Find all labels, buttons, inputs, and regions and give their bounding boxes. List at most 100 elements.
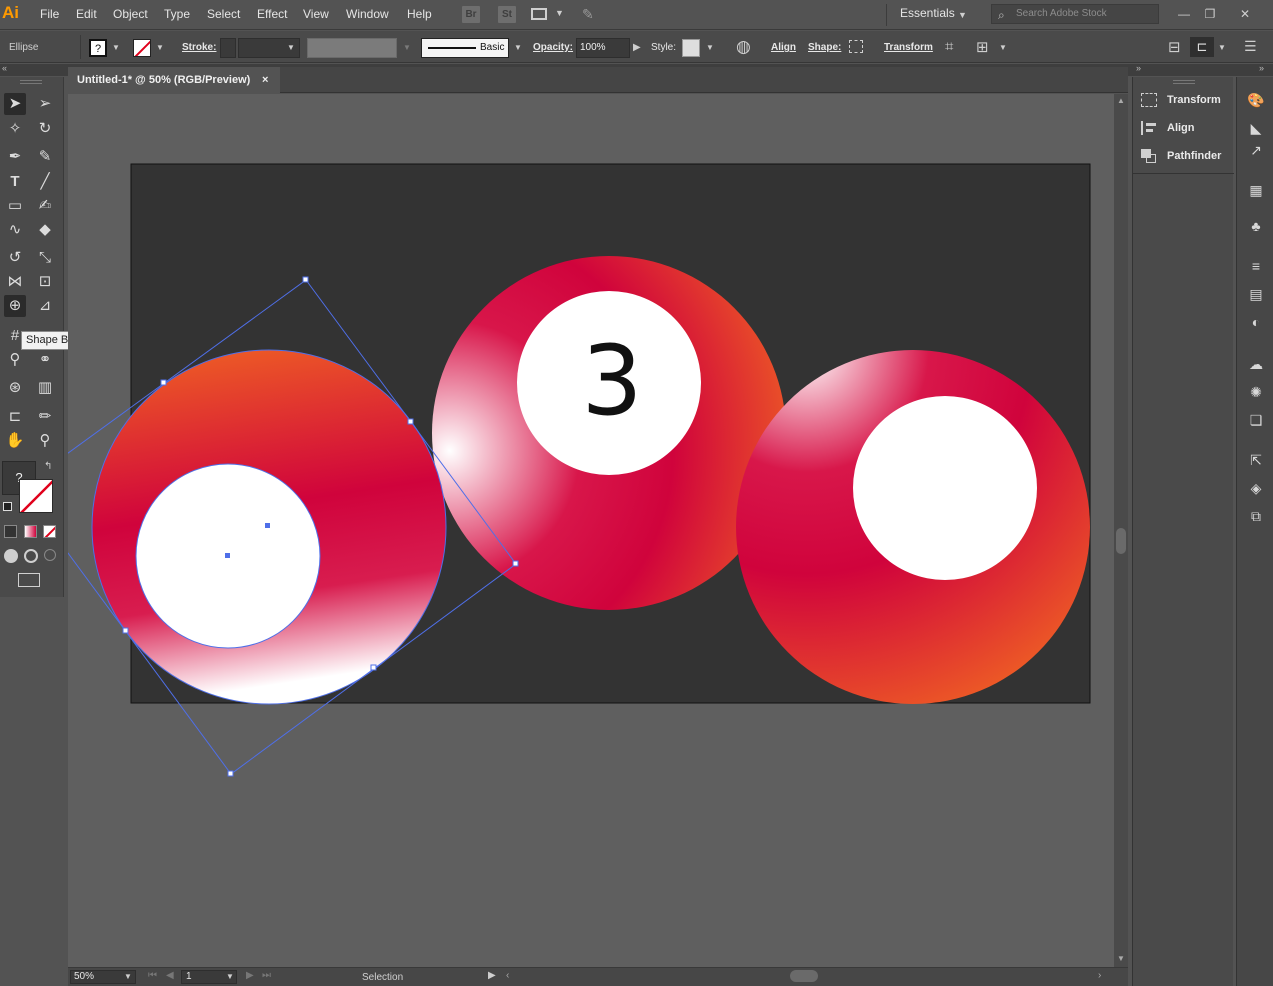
scroll-up-icon[interactable]: ▲ bbox=[1117, 96, 1125, 105]
transform-label[interactable]: Transform bbox=[884, 42, 933, 53]
stroke-swatch[interactable] bbox=[133, 39, 151, 57]
menu-edit[interactable]: Edit bbox=[76, 7, 97, 21]
color-themes-icon[interactable]: ↗ bbox=[1245, 139, 1267, 161]
panel-pathfinder[interactable]: Pathfinder bbox=[1141, 145, 1221, 167]
gradient-icon[interactable]: ▤ bbox=[1245, 283, 1267, 305]
type-tool-icon[interactable]: T bbox=[4, 171, 26, 193]
color-mode-icon[interactable] bbox=[4, 525, 17, 538]
status-menu-icon[interactable]: ▶ bbox=[488, 970, 496, 981]
vertical-scrollbar[interactable]: ▲ ▼ bbox=[1114, 94, 1128, 967]
close-icon[interactable]: × bbox=[262, 67, 268, 93]
scroll-left-icon[interactable]: ‹ bbox=[506, 970, 509, 981]
shape-builder-tool-icon[interactable]: ⊕ bbox=[4, 295, 26, 317]
menu-file[interactable]: File bbox=[40, 7, 59, 21]
screen-mode-icon[interactable] bbox=[18, 573, 40, 587]
artboards-icon[interactable]: ⧉ bbox=[1245, 505, 1267, 527]
panel-transform[interactable]: Transform bbox=[1141, 89, 1221, 111]
chevron-down-icon[interactable]: ▼ bbox=[156, 43, 164, 52]
grid-view-icon[interactable]: ⊟ bbox=[1168, 38, 1181, 56]
first-artboard-icon[interactable]: ⏮ bbox=[148, 970, 157, 981]
eyedropper-tool-icon[interactable]: ⚲ bbox=[4, 349, 26, 371]
last-artboard-icon[interactable]: ⏭ bbox=[262, 970, 271, 981]
line-tool-icon[interactable]: ╱ bbox=[34, 171, 56, 193]
symbol-sprayer-tool-icon[interactable]: ⊛ bbox=[4, 377, 26, 399]
direct-selection-tool-icon[interactable]: ➢ bbox=[34, 93, 56, 115]
chevron-down-icon[interactable]: ▼ bbox=[958, 10, 967, 20]
align-label[interactable]: Align bbox=[771, 42, 796, 53]
search-input[interactable]: ⌕ Search Adobe Stock bbox=[991, 4, 1159, 24]
chevron-down-icon[interactable]: ▼ bbox=[112, 43, 120, 52]
layers-icon[interactable]: ◈ bbox=[1245, 477, 1267, 499]
scale-tool-icon[interactable]: ⤡ bbox=[34, 247, 56, 269]
arrange-documents-icon[interactable] bbox=[531, 8, 547, 20]
collapse-toolbox-icon[interactable]: « bbox=[2, 63, 7, 73]
collapse-panels-icon[interactable]: » bbox=[1136, 63, 1141, 73]
hand-tool-icon[interactable]: ✋ bbox=[4, 430, 26, 452]
opacity-label[interactable]: Opacity: bbox=[533, 42, 573, 53]
arrange-icon[interactable]: ⊞ bbox=[976, 38, 989, 56]
fill-swatch[interactable]: ? bbox=[89, 39, 107, 57]
swap-colors-icon[interactable]: ↰ bbox=[44, 461, 52, 472]
free-transform-tool-icon[interactable]: ⊡ bbox=[34, 271, 56, 293]
chevron-down-icon[interactable]: ▼ bbox=[287, 43, 295, 52]
eraser-tool-icon[interactable]: ◆ bbox=[34, 219, 56, 241]
graphic-styles-icon[interactable]: ❏ bbox=[1245, 409, 1267, 431]
bridge-button[interactable]: Br bbox=[462, 6, 480, 23]
draw-normal-icon[interactable] bbox=[4, 549, 18, 563]
menu-view[interactable]: View bbox=[303, 7, 329, 21]
menu-help[interactable]: Help bbox=[407, 7, 432, 21]
close-button[interactable]: ✕ bbox=[1233, 4, 1257, 24]
magic-wand-tool-icon[interactable]: ✧ bbox=[4, 118, 26, 140]
rectangle-tool-icon[interactable]: ▭ bbox=[4, 195, 26, 217]
gradient-mode-icon[interactable] bbox=[24, 525, 37, 538]
chevron-down-icon[interactable]: ▼ bbox=[1218, 43, 1226, 52]
symbols-icon[interactable]: ♣ bbox=[1245, 215, 1267, 237]
chevron-right-icon[interactable]: ▶ bbox=[633, 42, 641, 53]
none-mode-icon[interactable] bbox=[43, 525, 56, 538]
panel-menu-icon[interactable]: ☰ bbox=[1244, 38, 1257, 55]
pen-tool-icon[interactable]: ✒ bbox=[4, 146, 26, 168]
swatches-icon[interactable]: ▦ bbox=[1245, 179, 1267, 201]
minimize-button[interactable]: — bbox=[1172, 4, 1196, 24]
chevron-down-icon[interactable]: ▼ bbox=[999, 43, 1007, 52]
stroke-icon[interactable]: ≡ bbox=[1245, 255, 1267, 277]
chevron-down-icon[interactable]: ▼ bbox=[706, 43, 714, 52]
transparency-icon[interactable]: ◐ bbox=[1245, 311, 1267, 333]
menu-type[interactable]: Type bbox=[164, 7, 190, 21]
stroke-label[interactable]: Stroke: bbox=[182, 42, 216, 53]
variable-width-profile[interactable] bbox=[307, 38, 397, 58]
libraries-icon[interactable]: ☁ bbox=[1245, 353, 1267, 375]
scroll-down-icon[interactable]: ▼ bbox=[1117, 954, 1125, 963]
restore-button[interactable]: ❐ bbox=[1198, 4, 1222, 24]
shape-label[interactable]: Shape: bbox=[808, 42, 841, 53]
paintbrush-tool-icon[interactable]: ✍ bbox=[34, 195, 56, 217]
status-mode[interactable]: Selection bbox=[362, 972, 403, 983]
chevron-down-icon[interactable]: ▼ bbox=[514, 43, 522, 52]
scroll-thumb[interactable] bbox=[1116, 528, 1126, 554]
selection-tool-icon[interactable]: ➤ bbox=[4, 93, 26, 115]
export-icon[interactable]: ⇱ bbox=[1245, 449, 1267, 471]
color-guide-icon[interactable]: ◣ bbox=[1245, 117, 1267, 139]
menu-effect[interactable]: Effect bbox=[257, 7, 287, 21]
artboard-tool-icon[interactable]: ⊏ bbox=[4, 406, 26, 428]
appearance-icon[interactable]: ✺ bbox=[1245, 381, 1267, 403]
slice-tool-icon[interactable]: ✏ bbox=[34, 406, 56, 428]
color-icon[interactable]: 🎨 bbox=[1245, 89, 1267, 111]
chevron-down-icon[interactable]: ▼ bbox=[226, 972, 234, 981]
chevron-down-icon[interactable]: ▼ bbox=[124, 972, 132, 981]
draw-inside-icon[interactable] bbox=[44, 549, 56, 561]
width-tool-icon[interactable]: ⋈ bbox=[4, 271, 26, 293]
default-colors-icon[interactable] bbox=[3, 502, 12, 511]
panel-align[interactable]: Align bbox=[1141, 117, 1195, 139]
brush-definition[interactable]: Basic bbox=[421, 38, 509, 58]
tab-untitled-1[interactable]: Untitled-1* @ 50% (RGB/Preview) × bbox=[68, 67, 280, 93]
panel-layout-icon[interactable]: ⊏ bbox=[1190, 37, 1214, 57]
draw-behind-icon[interactable] bbox=[24, 549, 38, 563]
ball-right-number-circle[interactable] bbox=[853, 396, 1037, 580]
shape-properties-icon[interactable] bbox=[849, 40, 863, 53]
blend-tool-icon[interactable]: ⚭ bbox=[34, 349, 56, 371]
opacity-input[interactable]: 100% bbox=[576, 38, 630, 58]
menu-object[interactable]: Object bbox=[113, 7, 148, 21]
chevron-down-icon[interactable]: ▼ bbox=[555, 8, 564, 18]
scroll-right-icon[interactable]: › bbox=[1098, 970, 1101, 981]
